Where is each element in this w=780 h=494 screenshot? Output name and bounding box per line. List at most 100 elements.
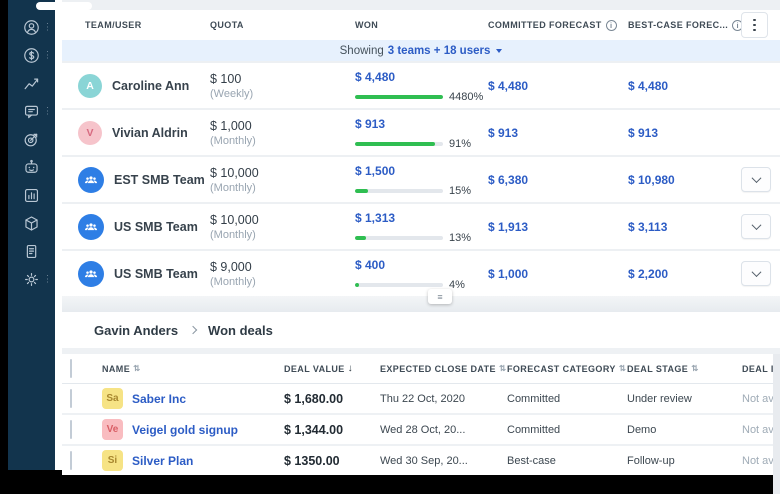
deal-avatar: Ve [102, 419, 123, 440]
col-deal-stage[interactable]: DEAL STAGE ⇅ [627, 363, 742, 374]
col-quota[interactable]: QUOTA [210, 20, 355, 30]
chevron-down-icon [751, 173, 761, 184]
col-team-user[interactable]: TEAM/USER [62, 20, 210, 30]
won-value-link[interactable]: $ 1,500 [355, 164, 395, 178]
committed-value-link[interactable]: $ 1,000 [488, 267, 528, 281]
col-expected-close-date[interactable]: EXPECTED CLOSE DATE ⇅ [380, 363, 507, 374]
forecast-panel: TEAM/USER QUOTA WON COMMITTED FORECAST i … [62, 10, 780, 296]
deal-forecast-category: Best-case [507, 454, 556, 467]
info-icon[interactable]: i [605, 19, 617, 31]
teams-users-dropdown[interactable]: 3 teams + 18 users [388, 45, 491, 57]
sidebar-item-deals[interactable]: ⋮ [8, 41, 55, 69]
progress-percent: 15% [449, 185, 472, 197]
row-checkbox[interactable] [70, 388, 72, 408]
progress-percent: 13% [449, 232, 472, 244]
sort-icon[interactable]: ⇅ [133, 363, 141, 374]
bot-icon [25, 159, 38, 173]
quota-value: $ 10,000 [210, 165, 259, 180]
row-checkbox[interactable] [70, 450, 72, 470]
team-icon [84, 222, 98, 230]
sidebar-item-documents[interactable] [8, 237, 55, 265]
best-case-value-link[interactable]: $ 913 [628, 126, 658, 140]
best-case-value-link[interactable]: $ 2,200 [628, 267, 668, 281]
sidebar-item-bot[interactable] [8, 153, 55, 181]
committed-value-link[interactable]: $ 4,480 [488, 79, 528, 93]
cube-icon [25, 215, 38, 231]
committed-value-link[interactable]: $ 6,380 [488, 173, 528, 187]
won-deals-panel: Gavin Anders Won deals NAME ⇅ DEAL VALUE ↓… [62, 312, 780, 494]
won-value-link[interactable]: $ 913 [355, 117, 385, 131]
col-label: FORECAST CATEGORY [507, 363, 616, 374]
progress-fill [355, 95, 443, 99]
sidebar-item-goals[interactable] [8, 125, 55, 153]
sidebar-item-analytics-trend[interactable] [8, 69, 55, 97]
team-avatar [78, 166, 104, 193]
deal-close-date: Wed 30 Sep, 20... [380, 454, 468, 467]
scrollbar-track[interactable] [773, 354, 780, 494]
progress-percent: 91% [449, 138, 472, 150]
deal-value: $ 1,344.00 [284, 422, 344, 437]
col-label: EXPECTED CLOSE DATE [380, 363, 496, 374]
col-forecast-category[interactable]: FORECAST CATEGORY ⇅ [507, 363, 627, 374]
main-content: TEAM/USER QUOTA WON COMMITTED FORECAST i … [55, 0, 780, 494]
won-value-link[interactable]: $ 400 [355, 258, 385, 272]
user-name: Vivian Aldrin [112, 125, 188, 140]
progress-fill [355, 189, 369, 193]
sort-desc-icon[interactable]: ↓ [348, 363, 353, 374]
sort-icon[interactable]: ⇅ [691, 363, 699, 374]
team-avatar [78, 213, 104, 240]
quota-period: (Monthly) [210, 275, 256, 288]
column-options-button[interactable] [741, 12, 768, 38]
forecast-row: A Caroline Ann $ 100 (Weekly) $ 4,480 448… [62, 63, 780, 108]
team-name: US SMB Team [114, 219, 198, 234]
sidebar-item-conversations[interactable]: ⋮ [8, 97, 55, 125]
sort-icon[interactable]: ⇅ [619, 363, 627, 374]
quota-period: (Monthly) [210, 181, 256, 194]
won-value-link[interactable]: $ 1,313 [355, 211, 395, 225]
deal-avatar: Si [102, 450, 123, 471]
col-deal-value[interactable]: DEAL VALUE ↓ [284, 363, 380, 374]
expand-team-button[interactable] [741, 214, 771, 239]
sidebar-item-contacts[interactable]: ⋮ [8, 13, 55, 41]
chevron-down-icon [751, 220, 761, 231]
deal-name-link[interactable]: Saber Inc [132, 392, 186, 406]
won-value-link[interactable]: $ 4,480 [355, 70, 395, 84]
col-won[interactable]: WON [355, 20, 488, 30]
deal-avatar: Sa [102, 388, 123, 409]
breadcrumb-user[interactable]: Gavin Anders [94, 323, 178, 338]
sidebar-item-products[interactable] [8, 209, 55, 237]
expand-team-button[interactable] [741, 261, 771, 286]
row-checkbox[interactable] [70, 419, 72, 439]
committed-value-link[interactable]: $ 1,913 [488, 220, 528, 234]
expand-team-button[interactable] [741, 167, 771, 192]
deal-close-date: Thu 22 Oct, 2020 [380, 392, 465, 405]
forecast-row: US SMB Team $ 10,000 (Monthly) $ 1,313 13… [62, 204, 780, 249]
committed-value-link[interactable]: $ 913 [488, 126, 518, 140]
sort-icon[interactable]: ⇅ [499, 363, 507, 374]
col-label: NAME [102, 363, 131, 374]
progress-fill [355, 142, 436, 146]
deal-name-link[interactable]: Silver Plan [132, 454, 193, 468]
best-case-value-link[interactable]: $ 3,113 [628, 220, 667, 234]
col-committed-forecast[interactable]: COMMITTED FORECAST i [488, 19, 628, 31]
deal-name-link[interactable]: Veigel gold signup [132, 423, 238, 437]
select-all-checkbox[interactable] [70, 358, 72, 378]
col-name[interactable]: NAME ⇅ [102, 363, 284, 374]
team-icon [84, 269, 98, 277]
deal-forecast-category: Committed [507, 423, 561, 436]
deal-row: Si Silver Plan $ 1350.00 Wed 30 Sep, 20.… [62, 446, 780, 475]
team-name: US SMB Team [114, 266, 198, 281]
showing-banner: Showing 3 teams + 18 users [62, 40, 780, 61]
deal-row: Ve Veigel gold signup $ 1,344.00 Wed 28 … [62, 415, 780, 444]
sidebar-item-settings[interactable]: ⋮ [8, 265, 55, 293]
deal-close-date: Wed 28 Oct, 20... [380, 423, 466, 436]
splitter-handle-icon[interactable]: ≡ [428, 289, 452, 304]
best-case-value-link[interactable]: $ 10,980 [628, 173, 675, 187]
sidebar-item-reports[interactable] [8, 181, 55, 209]
breadcrumb-current: Won deals [208, 322, 273, 338]
sidebar-top-tab [36, 2, 92, 10]
panel-splitter[interactable]: ≡ [62, 289, 780, 312]
col-best-case-forecast[interactable]: BEST-CASE FOREC... i [628, 19, 744, 31]
caret-down-icon[interactable] [496, 48, 503, 53]
best-case-value-link[interactable]: $ 4,480 [628, 79, 668, 93]
